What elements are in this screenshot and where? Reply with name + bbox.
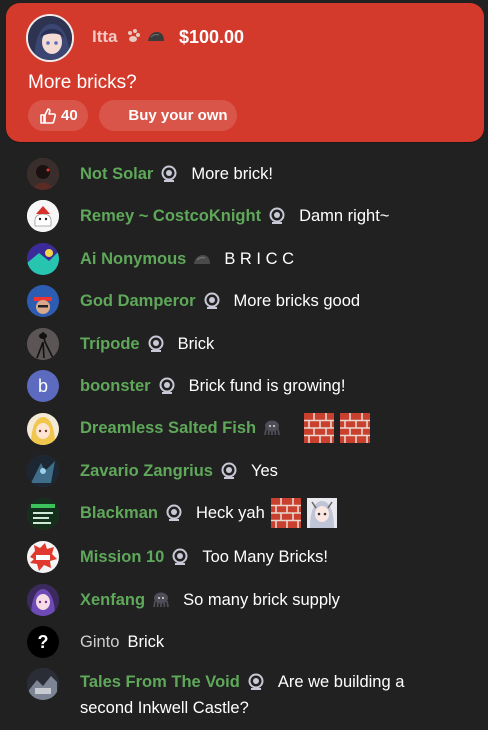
author-name[interactable]: Blackman <box>80 504 158 523</box>
brick-emote-icon <box>340 413 371 443</box>
author-name[interactable]: Ginto <box>80 633 119 652</box>
message-text: Brick fund is growing! <box>188 376 346 395</box>
member-badge-icon <box>221 462 237 479</box>
message-text: B R I C C <box>224 249 295 268</box>
superchat-message: More bricks? <box>28 72 137 93</box>
like-button[interactable]: 40 <box>28 100 88 131</box>
author-name[interactable]: boonster <box>80 377 151 396</box>
chat-message: God Damperor More bricks good <box>0 285 488 327</box>
superchat-avatar[interactable] <box>26 14 74 62</box>
message-text: More brick! <box>191 164 273 183</box>
thumbs-up-icon <box>40 107 57 124</box>
brick-emote-icon <box>270 498 301 528</box>
chat-message: Blackman Heck yah <box>0 498 488 540</box>
message-text: Damn right~ <box>299 206 390 225</box>
avatar[interactable] <box>27 584 59 616</box>
member-badge-icon <box>204 292 220 309</box>
like-count: 40 <box>61 107 78 124</box>
avatar[interactable]: ? <box>27 626 59 658</box>
author-name[interactable]: Trípode <box>80 335 140 354</box>
chat-message: Dreamless Salted Fish <box>0 413 488 455</box>
message-text: Brick <box>177 334 215 353</box>
superchat-author[interactable]: Itta <box>92 27 118 47</box>
chat-message: ? Ginto Brick <box>0 626 488 668</box>
avatar[interactable] <box>27 328 59 360</box>
chat-message: Not Solar More brick! <box>0 158 488 200</box>
rock-badge-icon <box>194 255 211 264</box>
message-text: Heck yah <box>195 503 265 522</box>
octopus-badge-icon <box>264 420 280 436</box>
member-badge-icon <box>269 207 285 224</box>
author-name[interactable]: Mission 10 <box>80 548 164 567</box>
buy-your-own-button[interactable]: Buy your own <box>99 100 237 131</box>
message-text: So many brick supply <box>183 590 340 609</box>
member-badge-icon <box>172 548 188 565</box>
avatar[interactable] <box>27 200 59 232</box>
author-name[interactable]: God Damperor <box>80 292 196 311</box>
chat-message: Mission 10 Too Many Bricks! <box>0 541 488 583</box>
author-name[interactable]: Ai Nonymous <box>80 250 186 269</box>
chat-message: Xenfang So many brick supply <box>0 584 488 626</box>
message-text: More bricks good <box>233 291 361 310</box>
avatar[interactable] <box>27 668 59 700</box>
chat-message: Zavario Zangrius Yes <box>0 455 488 497</box>
author-name[interactable]: Remey ~ CostcoKnight <box>80 207 261 226</box>
avatar[interactable] <box>27 498 59 530</box>
avatar[interactable] <box>27 158 59 190</box>
member-badge-icon <box>159 377 175 394</box>
member-badge-icon <box>248 673 264 690</box>
member-badge-icon <box>166 504 182 521</box>
octopus-badge-icon <box>153 592 169 608</box>
message-text: Yes <box>250 461 278 480</box>
author-name[interactable]: Tales From The Void <box>80 673 240 692</box>
message-text: Are we building a <box>277 672 405 691</box>
member-badge-icon <box>148 335 164 352</box>
author-name[interactable]: Zavario Zangrius <box>80 462 213 481</box>
chat-message: Tales From The Void Are we building a se… <box>0 668 488 724</box>
face-emote-icon <box>306 498 337 528</box>
paw-badge-icon <box>128 29 140 42</box>
superchat-amount: $100.00 <box>179 27 245 47</box>
message-text: Too Many Bricks! <box>202 547 328 566</box>
superchat-card: Itta $100.00 More bricks? 40 Buy your ow… <box>6 3 484 142</box>
brick-emote-icon <box>304 413 335 443</box>
author-name[interactable]: Dreamless Salted Fish <box>80 419 256 438</box>
author-name[interactable]: Xenfang <box>80 591 145 610</box>
message-text: Brick <box>127 632 165 651</box>
avatar[interactable] <box>27 285 59 317</box>
avatar[interactable] <box>27 541 59 573</box>
avatar[interactable]: b <box>27 370 59 402</box>
buy-your-own-label: Buy your own <box>128 107 228 124</box>
message-text-continued: second Inkwell Castle? <box>80 699 249 717</box>
chat-message: Remey ~ CostcoKnight Damn right~ <box>0 200 488 242</box>
member-badge-icon <box>161 165 177 182</box>
chat-message: Trípode Brick <box>0 328 488 370</box>
superchat-badges <box>124 26 166 46</box>
author-name[interactable]: Not Solar <box>80 165 153 184</box>
rock-badge-icon <box>148 32 164 41</box>
avatar[interactable] <box>27 455 59 487</box>
avatar[interactable] <box>27 413 59 445</box>
avatar[interactable] <box>27 243 59 275</box>
chat-message: Ai Nonymous B R I C C <box>0 243 488 285</box>
chat-message: b boonster Brick fund is growing! <box>0 370 488 412</box>
